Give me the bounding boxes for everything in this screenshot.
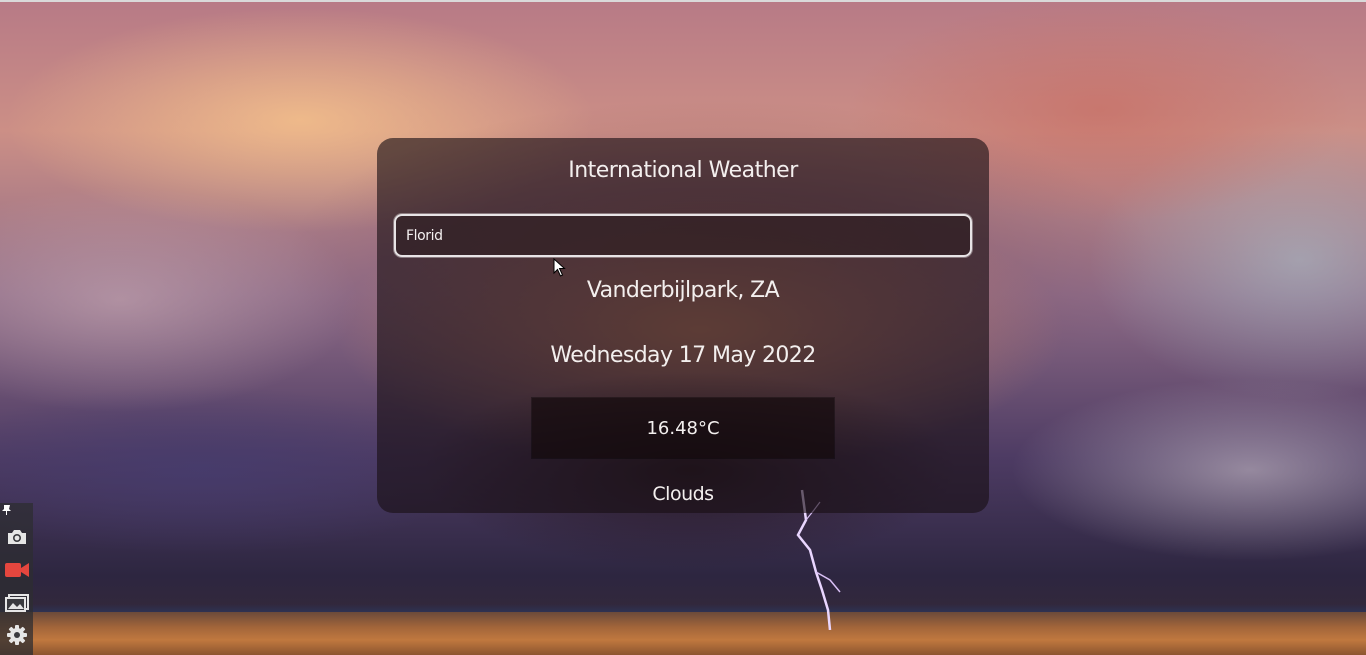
search-box[interactable] — [394, 214, 972, 257]
gallery-icon — [4, 594, 29, 612]
wheat-field — [0, 612, 1366, 655]
temperature-box: 16.48°C — [532, 398, 834, 458]
screenshot-button[interactable] — [3, 524, 30, 550]
date-label: Wednesday 17 May 2022 — [550, 343, 816, 368]
gear-icon — [6, 625, 27, 645]
app-title: International Weather — [568, 158, 798, 183]
weather-card: International Weather Vanderbijlpark, ZA… — [377, 138, 989, 513]
window-top-border — [0, 0, 1366, 2]
location-label: Vanderbijlpark, ZA — [586, 278, 780, 303]
recorder-toolbar — [0, 503, 33, 655]
pin-icon[interactable] — [1, 504, 15, 516]
settings-button[interactable] — [3, 622, 30, 648]
weather-conditions: Clouds — [652, 483, 714, 505]
temperature-value: 16.48°C — [646, 417, 720, 439]
search-input[interactable] — [396, 216, 970, 255]
camera-icon — [7, 530, 26, 544]
record-video-button[interactable] — [3, 557, 30, 583]
video-camera-icon — [4, 563, 29, 577]
gallery-button[interactable] — [3, 590, 30, 616]
mouse-cursor-icon — [553, 258, 566, 277]
